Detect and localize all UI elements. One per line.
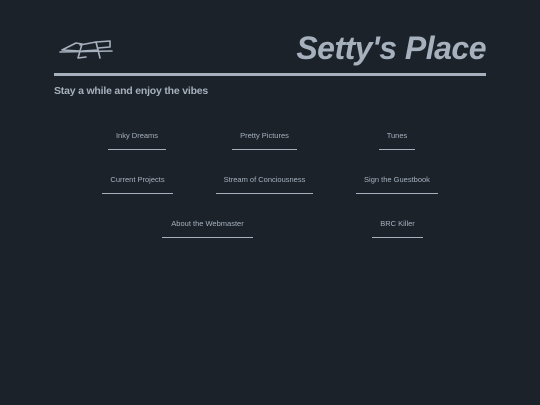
nav-link-label: Current Projects <box>110 175 165 184</box>
nav-link-underline <box>102 193 173 194</box>
nav-link-label: Sign the Guestbook <box>364 175 430 184</box>
drawing-logo-icon <box>59 40 113 59</box>
nav-link-underline <box>372 237 423 238</box>
site-title: Setty's Place <box>296 30 486 66</box>
nav-link-sign-the-guestbook[interactable]: Sign the Guestbook <box>356 175 438 194</box>
nav-link-inky-dreams[interactable]: Inky Dreams <box>108 131 166 150</box>
nav-link-label: Inky Dreams <box>115 131 159 140</box>
nav-link-label: Stream of Conciousness <box>223 175 306 184</box>
header-divider <box>54 73 486 76</box>
nav-link-pretty-pictures[interactable]: Pretty Pictures <box>232 131 297 150</box>
nav-link-label: BRC Killer <box>380 219 415 228</box>
page: Setty's Place Stay a while and enjoy the… <box>0 0 540 405</box>
nav-link-underline <box>216 193 313 194</box>
nav-link-underline <box>232 149 297 150</box>
nav-link-underline <box>162 237 253 238</box>
nav-link-stream-of-conciousness[interactable]: Stream of Conciousness <box>216 175 313 194</box>
nav-link-label: Tunes <box>386 131 408 140</box>
nav-link-underline <box>108 149 166 150</box>
nav-link-tunes[interactable]: Tunes <box>379 131 415 150</box>
nav-link-label: About the Webmaster <box>171 219 244 228</box>
nav-link-brc-killer[interactable]: BRC Killer <box>372 219 423 238</box>
nav-link-current-projects[interactable]: Current Projects <box>102 175 173 194</box>
nav-link-underline <box>356 193 438 194</box>
nav-link-label: Pretty Pictures <box>240 131 289 140</box>
tagline: Stay a while and enjoy the vibes <box>54 85 209 97</box>
nav-link-underline <box>379 149 415 150</box>
nav-link-about-the-webmaster[interactable]: About the Webmaster <box>162 219 253 238</box>
